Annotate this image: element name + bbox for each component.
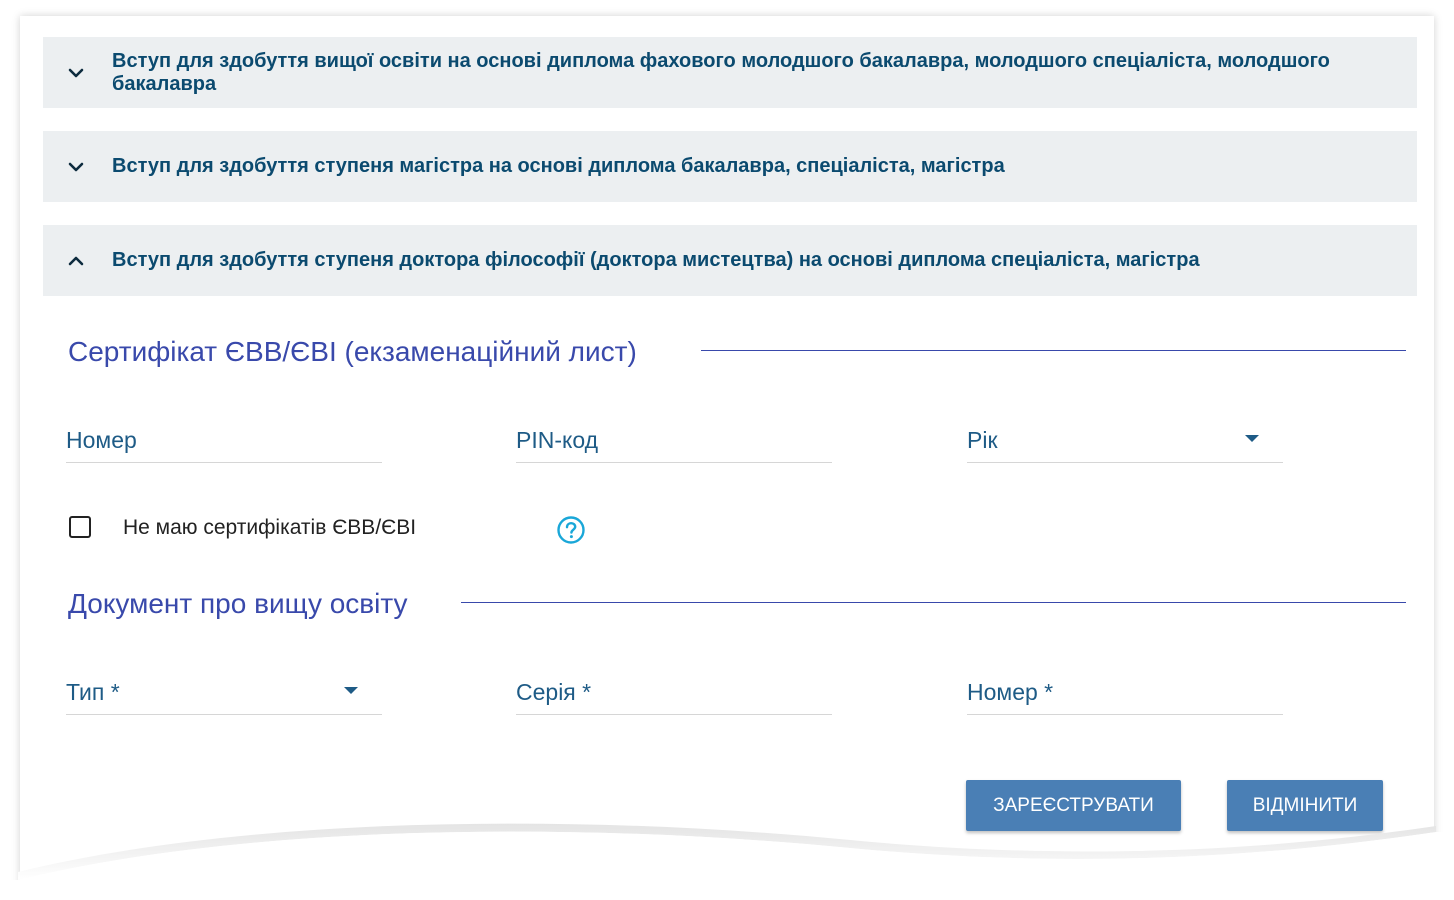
document-series-field[interactable]: Серія *	[516, 675, 832, 715]
accordion-title: Вступ для здобуття ступеня магістра на о…	[112, 155, 1005, 177]
certificate-year-select[interactable]: Рік	[967, 423, 1283, 463]
field-label: Тип *	[66, 679, 120, 705]
field-label: Рік	[967, 427, 998, 453]
accordion-title: Вступ для здобуття вищої освіти на основ…	[112, 49, 1330, 95]
accordion-item-master[interactable]: Вступ для здобуття ступеня магістра на о…	[43, 131, 1417, 202]
accordion-title: Вступ для здобуття ступеня доктора філос…	[112, 249, 1200, 271]
accordion-item-bachelor[interactable]: Вступ для здобуття вищої освіти на основ…	[43, 37, 1417, 108]
field-label: PIN-код	[516, 427, 599, 453]
accordion-item-phd[interactable]: Вступ для здобуття ступеня доктора філос…	[43, 225, 1417, 296]
certificate-pin-field[interactable]: PIN-код	[516, 423, 832, 463]
caret-down-icon	[1245, 435, 1259, 442]
field-label: Номер	[66, 427, 137, 453]
certificate-number-field[interactable]: Номер	[66, 423, 382, 463]
section-title-document: Документ про вищу освіту	[68, 588, 408, 619]
field-label: Номер *	[967, 679, 1054, 705]
section-divider	[701, 350, 1406, 351]
field-label: Серія *	[516, 679, 592, 705]
document-number-field[interactable]: Номер *	[967, 675, 1283, 715]
no-certificate-label[interactable]: Не маю сертифікатів ЄВВ/ЄВІ	[123, 516, 416, 540]
section-title-certificate: Сертифікат ЄВВ/ЄВІ (екзаменаційний лист)	[68, 336, 637, 367]
page: Вступ для здобуття вищої освіти на основ…	[0, 0, 1454, 900]
register-button[interactable]: ЗАРЕЄСТРУВАТИ	[966, 780, 1181, 831]
cancel-button[interactable]: ВІДМІНИТИ	[1227, 780, 1383, 831]
chevron-down-icon	[68, 68, 84, 77]
caret-down-icon	[344, 687, 358, 694]
section-divider	[461, 602, 1406, 603]
chevron-up-icon	[68, 256, 84, 265]
document-type-select[interactable]: Тип *	[66, 675, 382, 715]
help-circle-icon[interactable]	[556, 515, 586, 545]
chevron-down-icon	[68, 162, 84, 171]
no-certificate-checkbox[interactable]	[69, 516, 91, 538]
